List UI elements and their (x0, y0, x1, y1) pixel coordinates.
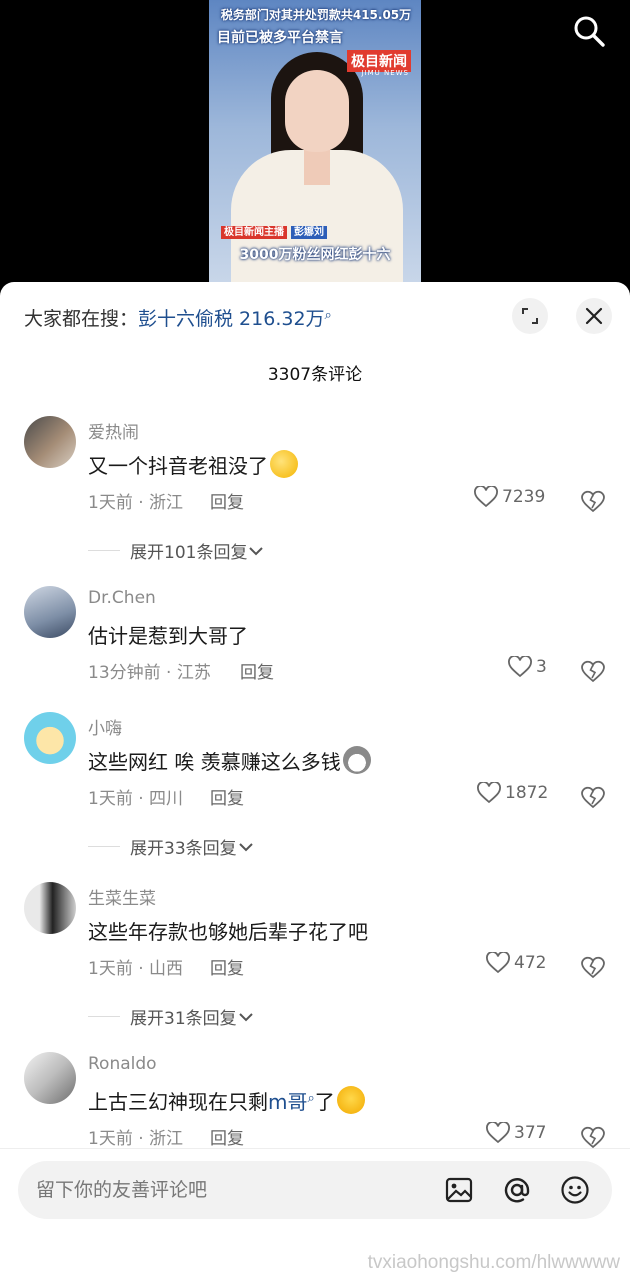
broken-heart-icon[interactable] (580, 658, 606, 684)
reply-button[interactable]: 回复 (210, 784, 244, 809)
chevron-down-icon (249, 546, 264, 555)
anchor-tag-right: 彭娜刘 (291, 226, 327, 239)
comment-text: 又一个抖音老祖没了 (88, 450, 298, 479)
trending-prefix: 大家都在搜： (24, 308, 139, 330)
comment-text: 这些年存款也够她后辈子花了吧 (88, 920, 368, 944)
comment-input[interactable] (36, 1161, 436, 1219)
reply-button[interactable]: 回复 (210, 954, 244, 979)
broken-heart-icon[interactable] (580, 1124, 606, 1150)
broken-heart-icon[interactable] (580, 488, 606, 514)
anchor-tag: 极目新闻主播 彭娜刘 (221, 223, 327, 239)
sheet-header: 大家都在搜：彭十六偷税 216.32万⌕ (0, 282, 630, 360)
reply-button[interactable]: 回复 (210, 488, 244, 513)
comment-sheet: 大家都在搜：彭十六偷税 216.32万⌕ 3307条评论 爱热闹 又一个抖音老祖… (0, 282, 630, 1280)
expand-button[interactable] (512, 298, 548, 334)
smiley-icon[interactable] (560, 1175, 590, 1205)
image-icon[interactable] (444, 1175, 474, 1205)
comment-text-body: 又一个抖音老祖没了 (88, 454, 268, 478)
avatar[interactable] (24, 712, 76, 764)
comment-username[interactable]: 爱热闹 (88, 418, 139, 443)
expand-replies-button[interactable]: 展开31条回复 (88, 1004, 255, 1029)
comment-text: 上古三幻神现在只剩m哥⌕了 (88, 1086, 365, 1115)
trending-search[interactable]: 大家都在搜：彭十六偷税 216.32万⌕ (24, 304, 332, 331)
comment-text: 这些网红 唉 羡慕赚这么多钱 (88, 746, 371, 775)
comment-meta: 1天前 · 浙江 (88, 1129, 184, 1149)
like-count: 7239 (502, 487, 546, 507)
comment-count: 3307条评论 (267, 365, 363, 385)
news-logo-sub: JIMU NEWS (361, 69, 409, 77)
comment-meta: 13分钟前 · 江苏 (88, 663, 211, 683)
thinking-emoji-icon (270, 450, 298, 478)
comment-meta: 1天前 · 浙江 (88, 493, 184, 513)
expand-replies-label: 展开33条回复 (130, 839, 237, 859)
like-button[interactable]: 377 (486, 1122, 546, 1144)
video-headline-1: 税务部门对其并处罚款共415.05万 (220, 8, 412, 22)
divider (88, 550, 120, 551)
comment-text-before: 上古三幻神现在只剩 (88, 1090, 268, 1114)
laughing-emoji-icon (336, 1086, 365, 1114)
close-button[interactable] (576, 298, 612, 334)
mention-search-icon: ⌕ (307, 1091, 315, 1106)
anchor-tag-left: 极目新闻主播 (221, 226, 287, 239)
broken-heart-icon[interactable] (580, 784, 606, 810)
comment-input-bar: tvxiaohongshu.com/hlwwwww (0, 1148, 630, 1280)
heart-icon (474, 486, 498, 508)
at-icon[interactable] (502, 1175, 532, 1205)
comment-username[interactable]: Dr.Chen (88, 588, 156, 608)
like-button[interactable]: 3 (508, 656, 547, 678)
video-frame: 税务部门对其并处罚款共415.05万 目前已被多平台禁言 极目新闻 JIMU N… (209, 0, 421, 282)
reply-button[interactable]: 回复 (210, 1124, 244, 1149)
watermark: tvxiaohongshu.com/hlwwwww (367, 1252, 620, 1273)
trending-topic[interactable]: 彭十六偷税 216.32万 (138, 308, 325, 330)
heart-icon (477, 782, 501, 804)
comment-username[interactable]: 小嗨 (88, 714, 122, 739)
comment-username[interactable]: Ronaldo (88, 1054, 157, 1074)
like-button[interactable]: 1872 (477, 782, 548, 804)
like-count: 3 (536, 657, 547, 677)
reply-button[interactable]: 回复 (240, 658, 274, 683)
like-count: 1872 (505, 783, 549, 803)
avatar[interactable] (24, 586, 76, 638)
comment-text: 估计是惹到大哥了 (88, 624, 248, 648)
avatar[interactable] (24, 882, 76, 934)
like-count: 377 (514, 1123, 547, 1143)
expand-replies-label: 展开101条回复 (130, 543, 248, 563)
comment-username[interactable]: 生菜生菜 (88, 884, 156, 909)
trending-search-icon: ⌕ (324, 308, 332, 323)
heart-icon (486, 952, 510, 974)
like-button[interactable]: 472 (486, 952, 546, 974)
anchor-face (285, 70, 349, 152)
chevron-down-icon (238, 842, 253, 851)
avatar[interactable] (24, 1052, 76, 1104)
search-icon[interactable] (572, 14, 606, 48)
cat-emoji-icon (342, 746, 371, 774)
expand-replies-button[interactable]: 展开33条回复 (88, 834, 255, 859)
divider (88, 846, 120, 847)
comment-meta: 1天前 · 山西 (88, 959, 184, 979)
heart-icon (508, 656, 532, 678)
close-icon (585, 307, 603, 325)
chevron-down-icon (238, 1012, 253, 1021)
comment-input-box[interactable] (18, 1161, 612, 1219)
expand-replies-label: 展开31条回复 (130, 1009, 237, 1029)
heart-icon (486, 1122, 510, 1144)
divider (88, 1016, 120, 1017)
comment-text-body: 这些网红 唉 羡慕赚这么多钱 (88, 750, 341, 774)
expand-replies-button[interactable]: 展开101条回复 (88, 538, 265, 563)
mention-link[interactable]: m哥 (268, 1090, 307, 1114)
video-player[interactable]: 税务部门对其并处罚款共415.05万 目前已被多平台禁言 极目新闻 JIMU N… (0, 0, 630, 300)
avatar[interactable] (24, 416, 76, 468)
video-caption: 3000万粉丝网红彭十六 (239, 247, 391, 263)
like-button[interactable]: 7239 (474, 486, 545, 508)
expand-icon (522, 308, 538, 324)
comment-meta: 1天前 · 四川 (88, 789, 184, 809)
broken-heart-icon[interactable] (580, 954, 606, 980)
video-headline-2: 目前已被多平台禁言 (217, 30, 343, 46)
like-count: 472 (514, 953, 547, 973)
comment-text-after: 了 (314, 1090, 335, 1114)
